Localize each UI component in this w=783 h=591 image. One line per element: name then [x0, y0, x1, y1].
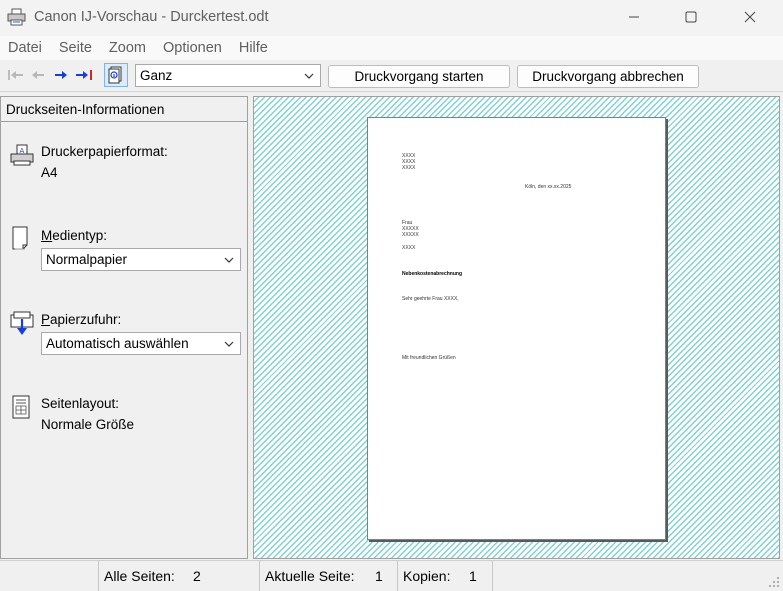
chevron-down-icon	[224, 341, 234, 347]
minimize-button[interactable]	[611, 0, 657, 34]
date-line: Köln, den xx.xx.2025	[525, 184, 572, 190]
subject-line: Nebenkostenabrechnung	[402, 271, 463, 277]
page-info-icon	[108, 66, 122, 84]
chevron-down-icon	[224, 257, 234, 263]
cancel-print-button[interactable]: Druckvorgang abbrechen	[517, 65, 699, 88]
paper-format-label: Druckerpapierformat:	[41, 144, 168, 159]
page-info-panel: Druckseiten-Informationen A Druckerpapie…	[0, 96, 248, 559]
media-type-label-text: edientyp:	[52, 228, 108, 243]
recipient-line-4: XXXX	[402, 245, 416, 251]
title-bar: Canon IJ-Vorschau - Durckertest.odt	[0, 0, 783, 36]
paper-source-label-text: apierzufuhr:	[50, 312, 122, 327]
all-pages-label: Alle Seiten:	[104, 568, 175, 584]
status-copies: Kopien: 1	[397, 561, 493, 591]
menu-bar: Datei Seite Zoom Optionen Hilfe	[0, 36, 783, 60]
printer-app-icon	[7, 8, 26, 26]
close-icon	[744, 11, 756, 23]
media-type-label: Medientyp:	[41, 228, 107, 243]
salutation-line: Sehr geehrte Frau XXXX,	[402, 296, 459, 302]
start-print-button[interactable]: Druckvorgang starten	[328, 65, 510, 88]
resize-grip-icon[interactable]	[767, 575, 780, 588]
menu-datei[interactable]: Datei	[0, 36, 51, 60]
page-layout-label: Seitenlayout:	[41, 396, 120, 411]
paper-source-select[interactable]: Automatisch auswählen	[41, 332, 241, 355]
paper-format-printer-icon: A	[10, 144, 34, 166]
zoom-select-value: Ganz	[140, 68, 173, 83]
maximize-icon	[685, 11, 697, 23]
media-type-select-value: Normalpapier	[46, 252, 128, 267]
all-pages-value: 2	[193, 568, 201, 584]
copies-value: 1	[469, 568, 477, 584]
paper-source-label: Papierzufuhr:	[41, 312, 121, 327]
page-layout-icon	[12, 395, 30, 419]
next-page-icon[interactable]	[53, 67, 69, 83]
media-type-label-mnemonic: M	[41, 228, 53, 243]
recipient-line-3: XXXXX	[402, 232, 419, 238]
first-page-icon[interactable]	[7, 67, 25, 83]
zoom-select[interactable]: Ganz	[135, 64, 321, 87]
page-info-toggle-button[interactable]	[104, 63, 128, 87]
paper-source-select-value: Automatisch auswählen	[46, 336, 189, 351]
minimize-icon	[629, 16, 639, 18]
status-bar: Alle Seiten: 2 Aktuelle Seite: 1 Kopien:…	[0, 560, 783, 591]
chevron-down-icon	[304, 73, 314, 79]
menu-seite[interactable]: Seite	[51, 36, 101, 60]
paper-source-icon	[10, 311, 34, 335]
media-type-select[interactable]: Normalpapier	[41, 248, 241, 271]
closing-line: Mit freundlichen Grüßen	[402, 355, 456, 361]
page-layout-value: Normale Größe	[41, 417, 135, 432]
current-page-label: Aktuelle Seite:	[265, 568, 355, 584]
close-button[interactable]	[727, 0, 773, 34]
menu-zoom[interactable]: Zoom	[101, 36, 155, 60]
maximize-button[interactable]	[668, 0, 714, 34]
menu-hilfe[interactable]: Hilfe	[231, 36, 277, 60]
current-page-value: 1	[375, 568, 383, 584]
paper-format-value: A4	[41, 165, 58, 180]
copies-label: Kopien:	[403, 568, 451, 584]
sender-line-3: XXXX	[402, 165, 416, 171]
last-page-icon[interactable]	[75, 67, 93, 83]
status-current-page: Aktuelle Seite: 1	[259, 561, 397, 591]
menu-optionen[interactable]: Optionen	[155, 36, 231, 60]
preview-page: XXXX XXXX XXXX Köln, den xx.xx.2025 Frau…	[367, 117, 666, 540]
paper-source-label-mnemonic: P	[41, 312, 51, 327]
panel-header: Druckseiten-Informationen	[1, 97, 247, 122]
status-all-pages: Alle Seiten: 2	[98, 561, 259, 591]
window-title: Canon IJ-Vorschau - Durckertest.odt	[34, 9, 269, 25]
previous-page-icon[interactable]	[30, 67, 46, 83]
media-type-icon	[12, 226, 28, 250]
print-preview-area[interactable]: XXXX XXXX XXXX Köln, den xx.xx.2025 Frau…	[253, 96, 780, 559]
